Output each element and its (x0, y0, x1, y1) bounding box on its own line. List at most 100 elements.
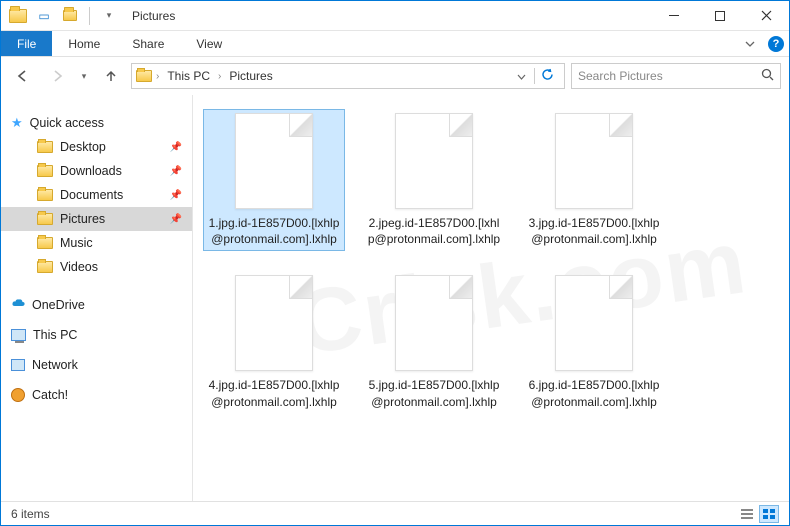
sidebar-item-videos[interactable]: Videos (1, 255, 192, 279)
file-icon (555, 113, 633, 209)
sidebar-item-label: Desktop (60, 140, 106, 154)
file-name-label: 6.jpg.id-1E857D00.[lxhlp@protonmail.com]… (527, 377, 661, 409)
star-icon: ★ (11, 115, 23, 131)
file-icon (395, 275, 473, 371)
address-history-dropdown[interactable] (513, 69, 530, 83)
sidebar-label: Quick access (30, 116, 104, 130)
file-name-label: 1.jpg.id-1E857D00.[lxhlp@protonmail.com]… (207, 215, 341, 247)
pin-icon: 📌 (170, 166, 182, 177)
forward-button[interactable] (43, 62, 71, 90)
monitor-icon (11, 329, 26, 341)
content-pane[interactable]: PCrisk.com 1.jpg.id-1E857D00.[lxhlp@prot… (193, 95, 789, 501)
file-item[interactable]: 4.jpg.id-1E857D00.[lxhlp@protonmail.com]… (203, 271, 345, 413)
window-title: Pictures (126, 9, 175, 23)
qat-divider (89, 7, 90, 25)
maximize-button[interactable] (697, 1, 743, 31)
titlebar: ▭ ▾ Pictures (1, 1, 789, 31)
search-box[interactable] (571, 63, 781, 89)
file-item[interactable]: 1.jpg.id-1E857D00.[lxhlp@protonmail.com]… (203, 109, 345, 251)
folder-icon (37, 261, 53, 273)
file-name-label: 2.jpeg.id-1E857D00.[lxhlp@protonmail.com… (367, 215, 501, 247)
qat-properties-icon[interactable]: ▭ (33, 5, 55, 27)
navigation-pane: ★ Quick access Desktop📌Downloads📌Documen… (1, 95, 193, 501)
sidebar-catch[interactable]: Catch! (1, 383, 192, 407)
sidebar-quick-access[interactable]: ★ Quick access (1, 111, 192, 135)
breadcrumb-thispc[interactable]: This PC (163, 69, 214, 83)
address-bar[interactable]: › This PC › Pictures (131, 63, 565, 89)
folder-icon (37, 213, 53, 225)
file-item[interactable]: 6.jpg.id-1E857D00.[lxhlp@protonmail.com]… (523, 271, 665, 413)
explorer-window: ▭ ▾ Pictures File Home Share View ? (0, 0, 790, 526)
view-switcher (737, 505, 779, 523)
sidebar-item-label: Pictures (60, 212, 105, 226)
sidebar-item-documents[interactable]: Documents 📌 (1, 183, 192, 207)
help-button[interactable]: ? (763, 31, 789, 57)
file-item[interactable]: 5.jpg.id-1E857D00.[lxhlp@protonmail.com]… (363, 271, 505, 413)
file-name-label: 5.jpg.id-1E857D00.[lxhlp@protonmail.com]… (367, 377, 501, 409)
status-text: 6 items (11, 507, 50, 521)
quick-access-toolbar: ▭ ▾ (1, 5, 126, 27)
view-icons-button[interactable] (759, 505, 779, 523)
file-tab[interactable]: File (1, 31, 52, 56)
sidebar-item-label: Videos (60, 260, 98, 274)
close-button[interactable] (743, 1, 789, 31)
body: ★ Quick access Desktop📌Downloads📌Documen… (1, 95, 789, 501)
pin-icon: 📌 (170, 214, 182, 225)
file-item[interactable]: 3.jpg.id-1E857D00.[lxhlp@protonmail.com]… (523, 109, 665, 251)
file-icon (235, 275, 313, 371)
file-name-label: 4.jpg.id-1E857D00.[lxhlp@protonmail.com]… (207, 377, 341, 409)
sidebar-item-label: Downloads (60, 164, 122, 178)
folder-icon (37, 237, 53, 249)
search-input[interactable] (578, 69, 761, 83)
sidebar-label: Catch! (32, 388, 68, 402)
folder-icon (37, 141, 53, 153)
sidebar-item-music[interactable]: Music (1, 231, 192, 255)
tab-view[interactable]: View (180, 31, 238, 56)
refresh-button[interactable] (534, 68, 560, 84)
pin-icon: 📌 (170, 142, 182, 153)
app-folder-icon (7, 5, 29, 27)
file-icon (395, 113, 473, 209)
sidebar-item-label: Music (60, 236, 93, 250)
sidebar-label: Network (32, 358, 78, 372)
sidebar-item-label: Documents (60, 188, 123, 202)
sidebar-network[interactable]: Network (1, 353, 192, 377)
status-bar: 6 items (1, 501, 789, 525)
file-name-label: 3.jpg.id-1E857D00.[lxhlp@protonmail.com]… (527, 215, 661, 247)
recent-dropdown[interactable]: ▾ (77, 62, 91, 90)
folder-icon (37, 189, 53, 201)
cloud-icon (11, 298, 25, 312)
sidebar-label: This PC (33, 328, 77, 342)
pin-icon: 📌 (170, 190, 182, 201)
ribbon: File Home Share View ? (1, 31, 789, 57)
sidebar-item-pictures[interactable]: Pictures 📌 (1, 207, 192, 231)
ribbon-expand-icon[interactable] (737, 31, 763, 56)
breadcrumb-sep-icon: › (156, 71, 159, 82)
file-grid: 1.jpg.id-1E857D00.[lxhlp@protonmail.com]… (203, 109, 779, 414)
breadcrumb-pictures[interactable]: Pictures (225, 69, 276, 83)
breadcrumb-sep-icon: › (218, 71, 221, 82)
file-icon (555, 275, 633, 371)
navigation-row: ▾ › This PC › Pictures (1, 57, 789, 95)
file-icon (235, 113, 313, 209)
sidebar-this-pc[interactable]: This PC (1, 323, 192, 347)
sidebar-label: OneDrive (32, 298, 85, 312)
catch-icon (11, 388, 25, 402)
sidebar-item-desktop[interactable]: Desktop 📌 (1, 135, 192, 159)
sidebar-item-downloads[interactable]: Downloads 📌 (1, 159, 192, 183)
folder-icon (37, 165, 53, 177)
qat-newfolder-icon[interactable] (59, 5, 81, 27)
search-icon[interactable] (761, 68, 774, 84)
address-folder-icon (136, 70, 152, 82)
qat-customize-dropdown[interactable]: ▾ (98, 5, 120, 27)
file-item[interactable]: 2.jpeg.id-1E857D00.[lxhlp@protonmail.com… (363, 109, 505, 251)
tab-share[interactable]: Share (116, 31, 180, 56)
view-details-button[interactable] (737, 505, 757, 523)
tab-home[interactable]: Home (52, 31, 116, 56)
back-button[interactable] (9, 62, 37, 90)
up-button[interactable] (97, 62, 125, 90)
minimize-button[interactable] (651, 1, 697, 31)
network-icon (11, 359, 25, 371)
window-controls (651, 1, 789, 31)
sidebar-onedrive[interactable]: OneDrive (1, 293, 192, 317)
